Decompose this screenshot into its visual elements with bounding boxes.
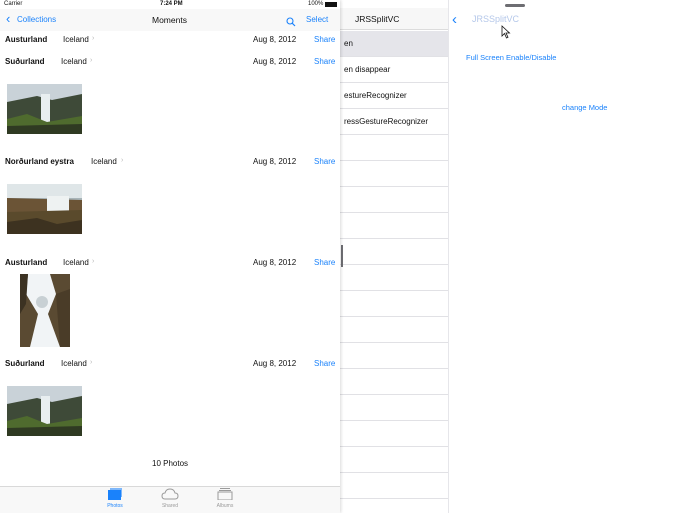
select-button[interactable]: Select <box>306 15 328 24</box>
photo-thumbnail[interactable] <box>7 184 82 234</box>
drag-handle[interactable] <box>505 4 525 7</box>
chevron-right-icon: › <box>92 35 95 42</box>
tab-label: Albums <box>216 503 234 509</box>
photo-thumbnail[interactable] <box>7 386 82 436</box>
master-row[interactable] <box>340 447 448 473</box>
tab-albums[interactable]: Albums <box>205 488 245 512</box>
cloud-icon <box>150 488 190 502</box>
moment-title[interactable]: Suðurland <box>5 57 45 66</box>
detail-title: JRSSplitVC <box>472 14 520 24</box>
master-row[interactable]: estureRecognizer <box>340 83 448 109</box>
moment-header: Suðurland Iceland › Aug 8, 2012 Share <box>0 57 340 71</box>
chevron-right-icon: › <box>92 258 95 265</box>
photos-panel: Carrier 7:24 PM 100% ‹ Collections Momen… <box>0 0 340 513</box>
search-icon[interactable] <box>286 14 296 27</box>
moment-date: Aug 8, 2012 <box>253 35 297 44</box>
master-row[interactable] <box>340 187 448 213</box>
master-row[interactable] <box>340 291 448 317</box>
moment-location[interactable]: Iceland <box>61 57 87 66</box>
moment-location[interactable]: Iceland <box>63 35 89 44</box>
master-row[interactable]: ressGestureRecognizer <box>340 109 448 135</box>
moment-location[interactable]: Iceland <box>61 359 87 368</box>
moment-title[interactable]: Austurland <box>5 35 47 44</box>
moment-date: Aug 8, 2012 <box>253 57 297 66</box>
master-row[interactable] <box>340 213 448 239</box>
moment-date: Aug 8, 2012 <box>253 359 297 368</box>
moment-header: Austurland Iceland › Aug 8, 2012 Share <box>0 35 340 49</box>
master-title: JRSSplitVC <box>355 14 400 24</box>
albums-icon <box>205 488 245 502</box>
chevron-right-icon: › <box>121 157 124 164</box>
moment-header: Suðurland Iceland › Aug 8, 2012 Share <box>0 359 340 373</box>
master-row[interactable]: en disappear <box>340 57 448 83</box>
battery-icon <box>325 2 337 7</box>
share-button[interactable]: Share <box>314 359 335 368</box>
master-row[interactable] <box>340 395 448 421</box>
master-row[interactable]: en <box>340 31 448 57</box>
moment-title[interactable]: Suðurland <box>5 359 45 368</box>
page-title: Moments <box>152 15 187 25</box>
chevron-left-icon[interactable]: ‹ <box>452 12 466 27</box>
photo-count: 10 Photos <box>152 459 189 468</box>
master-row[interactable] <box>340 135 448 161</box>
chevron-left-icon[interactable]: ‹ <box>6 12 10 25</box>
moment-location[interactable]: Iceland <box>91 157 117 166</box>
chevron-right-icon: › <box>90 57 93 64</box>
moment-location[interactable]: Iceland <box>63 258 89 267</box>
status-time: 7:24 PM <box>160 1 183 7</box>
share-button[interactable]: Share <box>314 57 335 66</box>
status-bar: Carrier 7:24 PM 100% <box>0 0 340 9</box>
moment-title[interactable]: Norðurland eystra <box>5 157 74 166</box>
collections-back-button[interactable]: Collections <box>17 15 56 24</box>
full-screen-toggle-button[interactable]: Full Screen Enable/Disable <box>466 53 556 62</box>
status-carrier: Carrier <box>4 1 23 7</box>
cursor-icon <box>501 25 511 44</box>
share-button[interactable]: Share <box>314 157 335 166</box>
master-row[interactable] <box>340 265 448 291</box>
moment-header: Austurland Iceland › Aug 8, 2012 Share <box>0 258 340 272</box>
change-mode-button[interactable]: change Mode <box>562 103 607 112</box>
share-button[interactable]: Share <box>314 35 335 44</box>
moment-date: Aug 8, 2012 <box>253 258 297 267</box>
photo-thumbnail[interactable] <box>20 274 70 347</box>
share-button[interactable]: Share <box>314 258 335 267</box>
master-row[interactable] <box>340 473 448 499</box>
split-divider-handle[interactable] <box>341 245 343 267</box>
moment-title[interactable]: Austurland <box>5 258 47 267</box>
master-row[interactable] <box>340 343 448 369</box>
master-row[interactable] <box>340 239 448 265</box>
moment-header: Norðurland eystra Iceland › Aug 8, 2012 … <box>0 157 340 171</box>
master-row[interactable] <box>340 369 448 395</box>
tab-shared[interactable]: Shared <box>150 488 190 512</box>
moment-date: Aug 8, 2012 <box>253 157 297 166</box>
tab-photos[interactable]: Photos <box>95 488 135 512</box>
master-row[interactable] <box>340 317 448 343</box>
master-row[interactable] <box>340 421 448 447</box>
tab-label: Photos <box>107 503 123 509</box>
detail-pane <box>448 0 684 513</box>
status-battery-percent: 100% <box>308 1 324 7</box>
photos-tab-icon <box>95 488 135 502</box>
master-row[interactable] <box>340 161 448 187</box>
chevron-right-icon: › <box>90 359 93 366</box>
photo-thumbnail[interactable] <box>7 84 82 134</box>
tab-label: Shared <box>161 503 179 509</box>
